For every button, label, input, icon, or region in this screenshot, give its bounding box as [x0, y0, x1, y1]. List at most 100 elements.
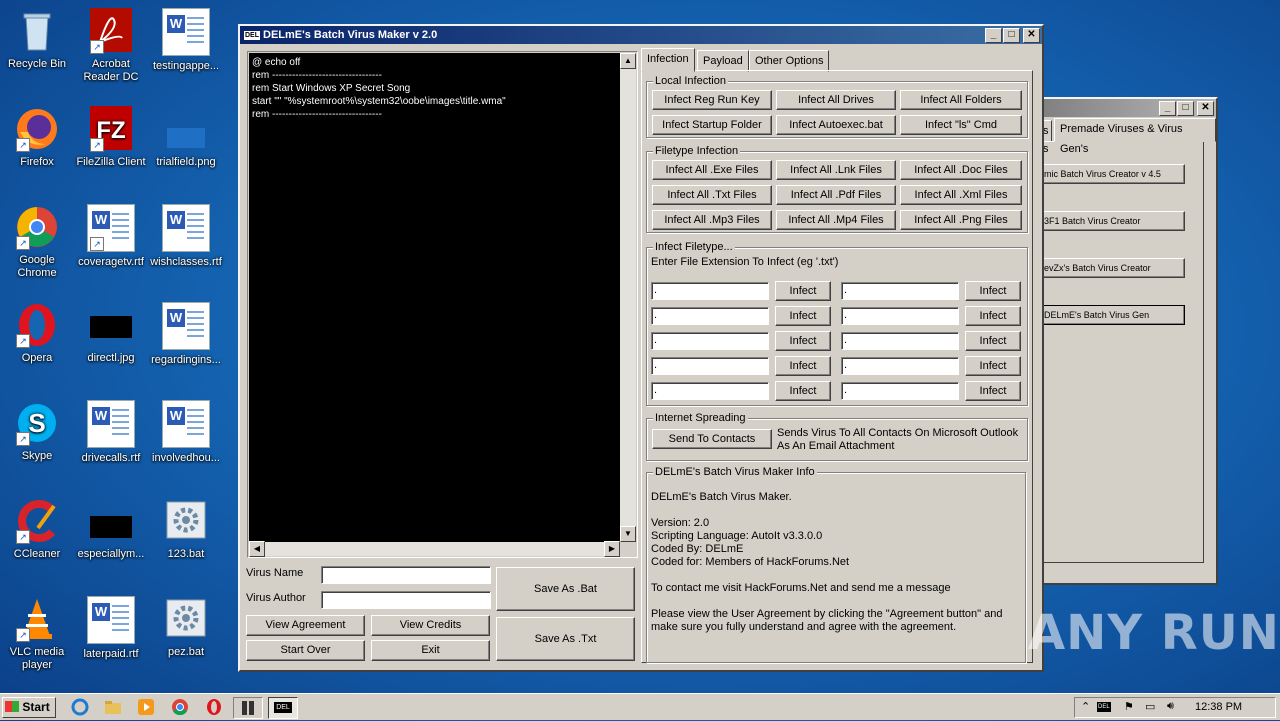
view-credits-button[interactable]: View Credits — [371, 615, 490, 636]
premade-gen-button-1[interactable]: mic Batch Virus Creator v 4.5 — [1041, 164, 1185, 184]
extension-input[interactable]: . — [841, 382, 959, 400]
infect-reg-run-key-button[interactable]: Infect Reg Run Key — [652, 90, 772, 110]
tab-infection[interactable]: Infection — [641, 48, 695, 72]
start-button[interactable]: Start — [2, 697, 56, 718]
extension-input[interactable]: . — [651, 357, 769, 375]
infect-ls-cmd-button[interactable]: Infect "ls" Cmd — [900, 115, 1022, 135]
infect-extension-button[interactable]: Infect — [775, 306, 831, 326]
infect-mp3-button[interactable]: Infect All .Mp3 Files — [652, 210, 772, 230]
infect-txt-button[interactable]: Infect All .Txt Files — [652, 185, 772, 205]
horizontal-scrollbar[interactable]: ◀ ▶ — [249, 541, 620, 557]
save-as-bat-button[interactable]: Save As .Bat — [496, 567, 635, 611]
close-button[interactable]: ✕ — [1023, 28, 1040, 43]
show-hidden-icons-icon[interactable]: ⌃ — [1081, 700, 1090, 713]
save-as-txt-button[interactable]: Save As .Txt — [496, 617, 635, 661]
scroll-left-arrow-icon[interactable]: ◀ — [249, 541, 265, 557]
infect-extension-button[interactable]: Infect — [965, 381, 1021, 401]
infect-extension-button[interactable]: Infect — [965, 306, 1021, 326]
desktop-icon-firefox[interactable]: ↗ Firefox — [0, 106, 74, 169]
minimize-button[interactable]: _ — [985, 28, 1002, 43]
network-icon[interactable]: ▭ — [1145, 700, 1155, 713]
desktop-icon-involvedhou[interactable]: W involvedhou... — [149, 400, 223, 465]
close-button[interactable]: ✕ — [1197, 101, 1214, 116]
desktop-icon-testingappe[interactable]: W testingappe... — [149, 8, 223, 73]
infect-all-drives-button[interactable]: Infect All Drives — [776, 90, 896, 110]
extension-input[interactable]: . — [841, 357, 959, 375]
send-to-contacts-button[interactable]: Send To Contacts — [652, 429, 772, 449]
media-player-icon[interactable] — [137, 698, 155, 716]
internet-explorer-icon[interactable] — [71, 698, 89, 716]
volume-icon[interactable]: 🔊︎ — [1167, 700, 1174, 713]
extension-input[interactable]: . — [651, 282, 769, 300]
premade-gen-button-3[interactable]: evZx's Batch Virus Creator — [1041, 258, 1185, 278]
main-window[interactable]: DEL DELmE's Batch Virus Maker v 2.0 _ □ ✕… — [238, 24, 1044, 672]
view-agreement-button[interactable]: View Agreement — [246, 615, 365, 636]
extension-input[interactable]: . — [841, 307, 959, 325]
infect-xml-button[interactable]: Infect All .Xml Files — [900, 185, 1022, 205]
tab-payload[interactable]: Payload — [697, 50, 749, 72]
infect-extension-button[interactable]: Infect — [775, 381, 831, 401]
extension-input[interactable]: . — [651, 332, 769, 350]
tab-premade-viruses[interactable]: Premade Viruses & Virus Gen's — [1054, 118, 1216, 155]
task-app-button[interactable] — [233, 697, 263, 719]
desktop-icon-recycle-bin[interactable]: Recycle Bin — [0, 8, 74, 71]
desktop-icon-opera[interactable]: ↗ Opera — [0, 302, 74, 365]
file-explorer-icon[interactable] — [104, 698, 122, 716]
main-window-titlebar[interactable]: DEL DELmE's Batch Virus Maker v 2.0 _ □ ✕ — [240, 26, 1042, 44]
infect-mp4-button[interactable]: Infect All .Mp4 Files — [776, 210, 896, 230]
flag-icon[interactable]: ⚑ — [1124, 700, 1134, 713]
desktop-icon-drivecalls[interactable]: W drivecalls.rtf — [74, 400, 148, 465]
extension-input[interactable]: . — [841, 332, 959, 350]
scroll-down-arrow-icon[interactable]: ▼ — [620, 526, 636, 542]
infect-autoexec-button[interactable]: Infect Autoexec.bat — [776, 115, 896, 135]
desktop-icon-coveragetv[interactable]: W ↗ coveragetv.rtf — [74, 204, 148, 269]
minimize-button[interactable]: _ — [1159, 101, 1176, 116]
desktop-icon-wishclasses[interactable]: W wishclasses.rtf — [149, 204, 223, 269]
extension-input[interactable]: . — [841, 282, 959, 300]
desktop-icon-123-bat[interactable]: 123.bat — [149, 498, 223, 561]
desktop-icon-vlc[interactable]: ↗ VLC media player — [0, 596, 74, 672]
premade-gen-button-4[interactable]: DELmE's Batch Virus Gen — [1041, 305, 1185, 325]
desktop-icon-acrobat[interactable]: ↗ Acrobat Reader DC — [74, 8, 148, 84]
extension-input[interactable]: . — [651, 307, 769, 325]
infect-pdf-button[interactable]: Infect All .Pdf Files — [776, 185, 896, 205]
infect-lnk-button[interactable]: Infect All .Lnk Files — [776, 160, 896, 180]
infect-startup-folder-button[interactable]: Infect Startup Folder — [652, 115, 772, 135]
infect-extension-button[interactable]: Infect — [775, 281, 831, 301]
clock[interactable]: 12:38 PM — [1195, 701, 1242, 713]
desktop-icon-directl[interactable]: directl.jpg — [74, 302, 148, 365]
desktop-icon-trialfield[interactable]: trialfield.png — [149, 106, 223, 169]
background-window-titlebar[interactable]: _ □ ✕ — [1042, 99, 1216, 117]
exit-button[interactable]: Exit — [371, 640, 490, 661]
infect-doc-button[interactable]: Infect All .Doc Files — [900, 160, 1022, 180]
premade-gen-button-2[interactable]: 3F1 Batch Virus Creator — [1041, 211, 1185, 231]
desktop-icon-skype[interactable]: S ↗ Skype — [0, 400, 74, 463]
infect-extension-button[interactable]: Infect — [965, 356, 1021, 376]
desktop-icon-regardingins[interactable]: W regardingins... — [149, 302, 223, 367]
infect-extension-button[interactable]: Infect — [965, 281, 1021, 301]
infect-all-folders-button[interactable]: Infect All Folders — [900, 90, 1022, 110]
desktop-icon-especiallym[interactable]: especiallym... — [74, 498, 148, 561]
desktop-icon-laterpaid[interactable]: W laterpaid.rtf — [74, 596, 148, 661]
task-del-button[interactable]: DEL — [268, 697, 298, 719]
infect-extension-button[interactable]: Infect — [775, 331, 831, 351]
del-tray-icon[interactable]: DEL — [1097, 702, 1111, 712]
scroll-up-arrow-icon[interactable]: ▲ — [620, 53, 636, 69]
infect-extension-button[interactable]: Infect — [775, 356, 831, 376]
infect-extension-button[interactable]: Infect — [965, 331, 1021, 351]
chrome-taskbar-icon[interactable] — [171, 698, 189, 716]
desktop-icon-pez-bat[interactable]: pez.bat — [149, 596, 223, 659]
desktop-icon-filezilla[interactable]: FZ ↗ FileZilla Client — [74, 106, 148, 169]
background-window[interactable]: _ □ ✕ s Premade Viruses & Virus Gen's s … — [1040, 97, 1218, 585]
maximize-button[interactable]: □ — [1177, 101, 1194, 116]
tab-other-options[interactable]: Other Options — [749, 50, 830, 72]
scroll-right-arrow-icon[interactable]: ▶ — [604, 541, 620, 557]
maximize-button[interactable]: □ — [1003, 28, 1020, 43]
extension-input[interactable]: . — [651, 382, 769, 400]
virus-name-input[interactable] — [321, 566, 491, 584]
infect-exe-button[interactable]: Infect All .Exe Files — [652, 160, 772, 180]
desktop-icon-ccleaner[interactable]: ↗ CCleaner — [0, 498, 74, 561]
opera-taskbar-icon[interactable] — [205, 698, 223, 716]
virus-author-input[interactable] — [321, 591, 491, 609]
vertical-scrollbar[interactable]: ▲ ▼ — [620, 53, 636, 542]
